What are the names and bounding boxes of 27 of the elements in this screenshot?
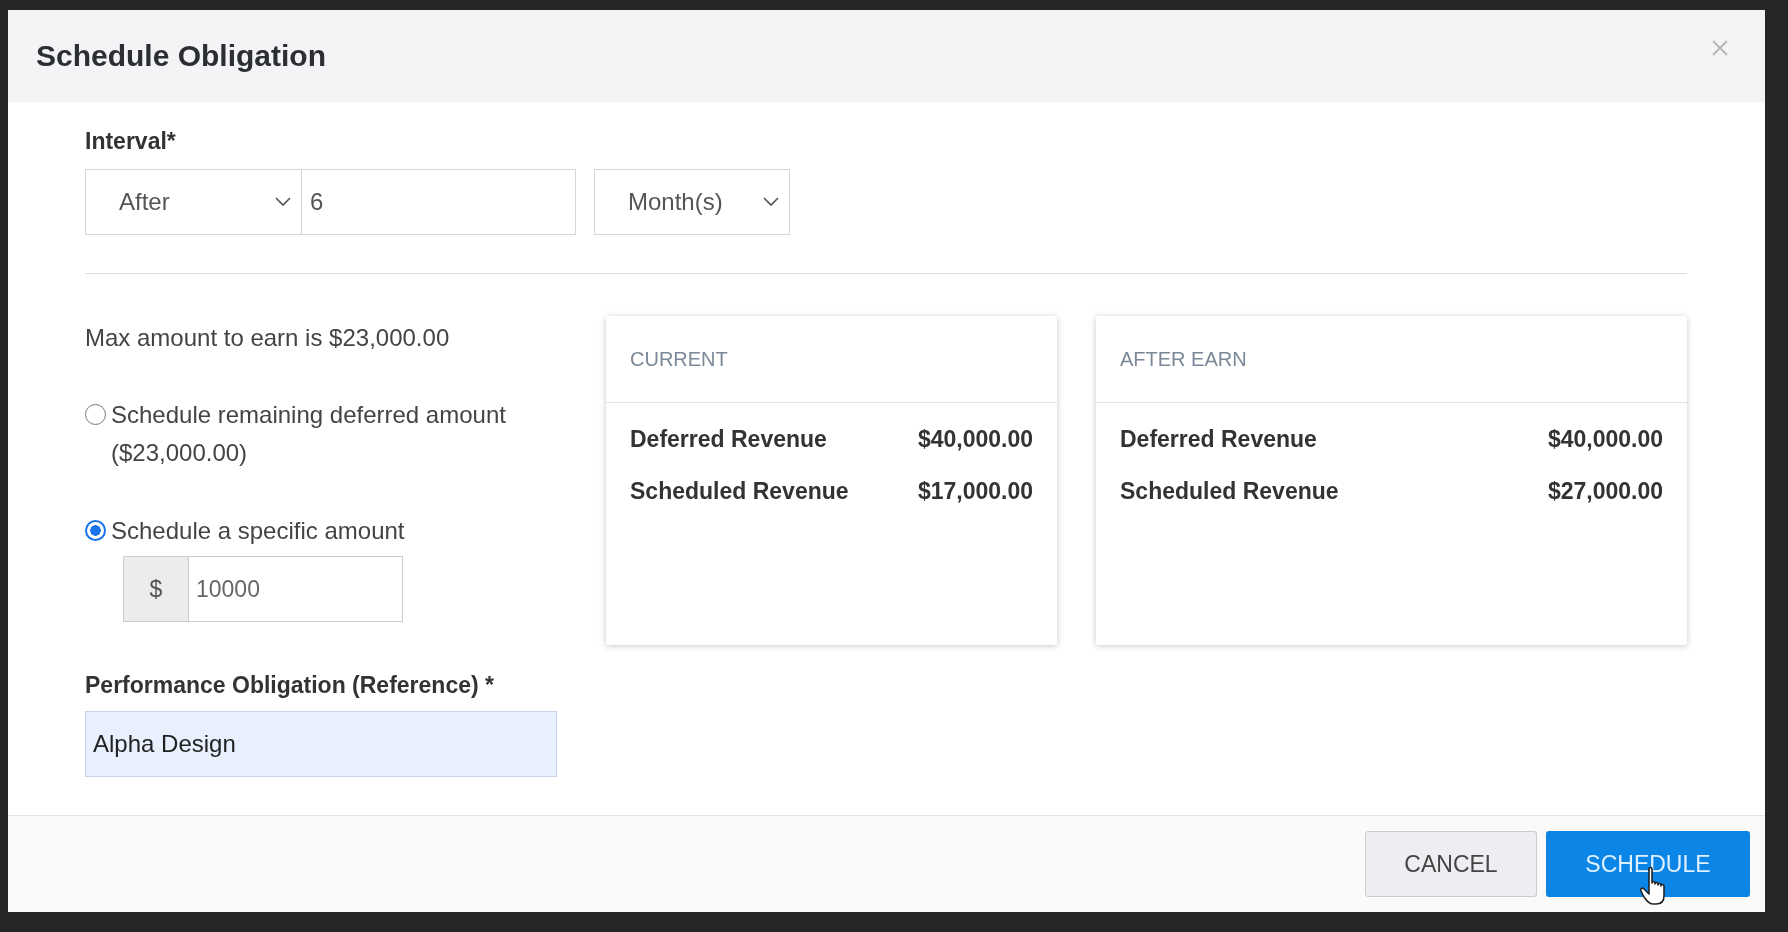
row-value: $40,000.00	[917, 425, 1033, 453]
interval-label: Interval*	[85, 128, 176, 155]
chevron-down-icon	[275, 197, 291, 207]
interval-select[interactable]: After	[85, 169, 302, 235]
row-label: Deferred Revenue	[630, 425, 827, 453]
unit-select[interactable]: Month(s)	[594, 169, 790, 235]
radio-button[interactable]	[85, 520, 106, 541]
interval-count-field[interactable]: 6	[302, 169, 576, 235]
row-value: $27,000.00	[1547, 477, 1663, 505]
close-icon[interactable]	[1711, 39, 1729, 57]
reference-label: Performance Obligation (Reference) *	[85, 672, 494, 699]
row-label: Deferred Revenue	[1120, 425, 1317, 453]
card-title: CURRENT	[630, 347, 728, 371]
cancel-button[interactable]: CANCEL	[1365, 831, 1537, 897]
row-value: $17,000.00	[917, 477, 1033, 505]
reference-field[interactable]: Alpha Design	[85, 711, 557, 777]
chevron-down-icon	[763, 197, 779, 207]
currency-addon: $	[123, 556, 189, 622]
max-amount-text: Max amount to earn is $23,000.00	[85, 324, 450, 352]
amount-field[interactable]: 10000	[189, 556, 403, 622]
card-title: AFTER EARN	[1120, 347, 1247, 371]
dialog-title: Schedule Obligation	[36, 39, 327, 73]
row-label: Scheduled Revenue	[630, 477, 849, 505]
option-label: Schedule remaining deferred amount ($23,000.00)	[111, 400, 507, 468]
row-value: $40,000.00	[1547, 425, 1663, 453]
option-label: Schedule a specific amount	[111, 516, 406, 546]
row-label: Scheduled Revenue	[1120, 477, 1339, 505]
